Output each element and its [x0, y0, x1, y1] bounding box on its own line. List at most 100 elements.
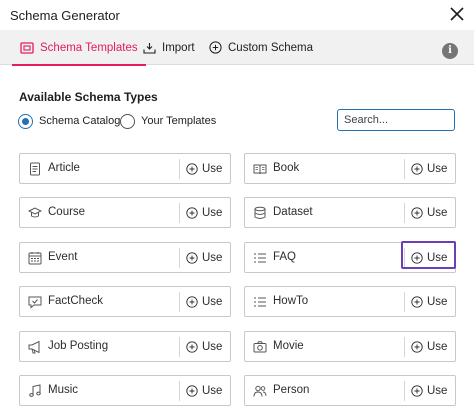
tab-schema-templates[interactable]: Schema Templates — [12, 30, 146, 66]
use-label: Use — [427, 296, 448, 309]
plus-circle-icon — [186, 296, 198, 308]
search-input[interactable] — [337, 109, 455, 131]
tab-import[interactable]: Import — [143, 30, 195, 65]
schema-label: Job Posting — [48, 339, 109, 352]
list-icon — [254, 253, 266, 263]
use-label: Use — [202, 207, 223, 220]
schema-card-article: Article Use — [19, 153, 231, 184]
dialog-header: Schema Generator — [0, 0, 474, 30]
divider — [404, 247, 405, 268]
plus-circle-icon — [411, 385, 423, 397]
plus-circle-icon — [209, 41, 222, 54]
use-button-faq[interactable]: Use — [411, 250, 447, 266]
schema-label: Book — [273, 162, 300, 174]
schema-label: Event — [48, 250, 78, 263]
schema-label: Person — [273, 384, 310, 396]
schema-card-person: Person Use — [244, 375, 456, 406]
use-button-job-posting[interactable]: Use — [186, 339, 222, 355]
use-button-event[interactable]: Use — [186, 250, 222, 266]
radio-your-templates[interactable]: Your Templates — [120, 113, 216, 129]
use-button-factcheck[interactable]: Use — [186, 294, 222, 310]
use-label: Use — [202, 163, 223, 175]
use-button-article[interactable]: Use — [186, 161, 222, 177]
plus-circle-icon — [411, 252, 423, 264]
plus-circle-icon — [186, 385, 198, 397]
schema-label: HowTo — [273, 295, 309, 308]
schema-label: FactCheck — [48, 295, 103, 308]
megaphone-icon — [28, 340, 40, 354]
divider — [179, 292, 180, 313]
divider — [179, 159, 180, 179]
plus-circle-icon — [186, 207, 198, 220]
plus-circle-icon — [186, 252, 198, 264]
people-icon — [253, 385, 267, 397]
schema-label: FAQ — [273, 250, 297, 263]
divider — [179, 247, 180, 268]
use-button-person[interactable]: Use — [411, 383, 447, 399]
section-title: Available Schema Types — [19, 90, 158, 104]
plus-circle-icon — [411, 340, 423, 353]
document-icon — [30, 162, 40, 176]
divider — [179, 203, 180, 224]
schema-label: Course — [48, 206, 86, 219]
graduation-cap-icon — [28, 207, 42, 218]
use-label: Use — [202, 340, 223, 353]
schema-card-music: Music Use — [19, 375, 231, 406]
schema-label: Movie — [273, 339, 304, 352]
schema-card-dataset: Dataset Use — [244, 197, 456, 229]
database-icon — [254, 207, 266, 220]
list-icon — [254, 297, 266, 307]
use-button-dataset[interactable]: Use — [411, 205, 447, 221]
schema-card-book: Book Use — [244, 153, 456, 184]
tab-label: Import — [162, 41, 195, 54]
calendar-icon — [28, 251, 42, 265]
plus-circle-icon — [411, 296, 423, 308]
use-label: Use — [202, 296, 223, 309]
use-button-course[interactable]: Use — [186, 205, 222, 221]
schema-card-howto: HowTo Use — [244, 286, 456, 318]
book-icon — [253, 164, 267, 175]
divider — [404, 203, 405, 224]
radio-label: Schema Catalog — [39, 115, 121, 127]
radio-button[interactable] — [18, 113, 33, 129]
radio-button[interactable] — [120, 113, 135, 129]
music-note-icon — [29, 384, 41, 397]
tab-label: Schema Templates — [40, 41, 138, 54]
plus-circle-icon — [411, 207, 423, 220]
divider — [179, 381, 180, 401]
use-label: Use — [202, 385, 223, 397]
schema-label: Article — [48, 162, 80, 174]
use-button-book[interactable]: Use — [411, 161, 447, 177]
schema-card-movie: Movie Use — [244, 330, 456, 362]
divider — [404, 381, 405, 401]
use-button-howto[interactable]: Use — [411, 294, 447, 310]
plus-circle-icon — [186, 340, 198, 353]
tab-custom-schema[interactable]: Custom Schema — [209, 30, 313, 65]
schema-card-faq: FAQ Use — [244, 241, 456, 273]
use-button-movie[interactable]: Use — [411, 339, 447, 355]
divider — [179, 336, 180, 357]
schema-card-course: Course Use — [19, 197, 231, 229]
info-icon[interactable]: i — [442, 43, 458, 59]
tab-bar: Schema Templates Import Custom Schema — [0, 30, 474, 66]
divider — [404, 159, 405, 179]
import-icon — [143, 42, 156, 54]
use-label: Use — [202, 251, 223, 264]
radio-schema-catalog[interactable]: Schema Catalog — [18, 113, 120, 129]
use-label: Use — [427, 385, 448, 397]
schema-card-factcheck: FactCheck Use — [19, 286, 231, 318]
use-label: Use — [427, 340, 448, 353]
use-label: Use — [427, 207, 448, 220]
schema-card-job-posting: Job Posting Use — [19, 330, 231, 362]
camera-icon — [253, 340, 267, 353]
schema-label: Music — [48, 384, 79, 396]
chat-check-icon — [28, 296, 42, 309]
divider — [404, 336, 405, 357]
plus-circle-icon — [411, 163, 423, 175]
use-button-music[interactable]: Use — [186, 383, 222, 399]
plus-circle-icon — [186, 163, 198, 175]
divider — [404, 292, 405, 313]
close-icon[interactable] — [447, 4, 467, 24]
tab-label: Custom Schema — [228, 41, 314, 54]
schema-label: Dataset — [273, 206, 313, 219]
